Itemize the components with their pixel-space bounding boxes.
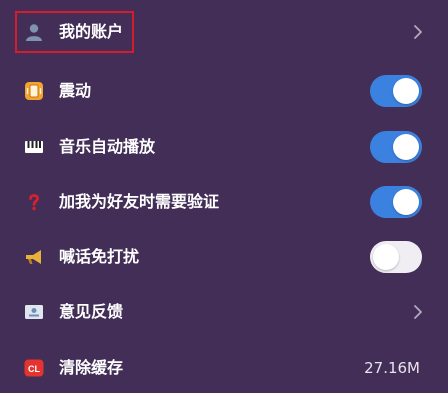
chevron-right-icon xyxy=(414,305,422,319)
feedback-card-icon xyxy=(25,305,43,319)
settings-row-friend-verify: 加我为好友时需要验证 xyxy=(0,177,448,227)
toggle-knob xyxy=(393,189,419,215)
cache-size-value: 27.16M xyxy=(364,359,420,377)
feedback-label: 意见反馈 xyxy=(59,302,124,321)
chevron-right-icon xyxy=(414,25,422,39)
friend-verify-label: 加我为好友时需要验证 xyxy=(59,192,220,211)
settings-row-vibrate: 震动 xyxy=(0,66,448,116)
question-icon xyxy=(29,194,39,211)
vibrate-toggle[interactable] xyxy=(370,75,422,107)
account-highlight-box xyxy=(15,11,134,53)
shout-no-disturb-toggle[interactable] xyxy=(370,241,422,273)
vibration-icon xyxy=(25,82,43,100)
settings-row-feedback[interactable]: 意见反馈 xyxy=(0,287,448,337)
friend-verify-toggle[interactable] xyxy=(370,186,422,218)
shout-no-disturb-label: 喊话免打扰 xyxy=(59,247,140,266)
clear-cache-label: 清除缓存 xyxy=(59,358,124,377)
settings-row-music-autoplay: 音乐自动播放 xyxy=(0,122,448,172)
settings-row-clear-cache[interactable]: CL 清除缓存 27.16M xyxy=(0,343,448,393)
piano-icon xyxy=(25,141,43,153)
cl-badge-text: CL xyxy=(28,364,40,374)
toggle-knob xyxy=(393,78,419,104)
toggle-knob xyxy=(393,134,419,160)
music-autoplay-label: 音乐自动播放 xyxy=(59,137,156,156)
settings-row-shout-no-disturb: 喊话免打扰 xyxy=(0,232,448,282)
cl-badge-icon: CL xyxy=(24,359,44,377)
vibrate-label: 震动 xyxy=(59,81,92,100)
music-autoplay-toggle[interactable] xyxy=(370,131,422,163)
toggle-knob xyxy=(373,244,399,270)
horn-icon xyxy=(26,250,41,264)
